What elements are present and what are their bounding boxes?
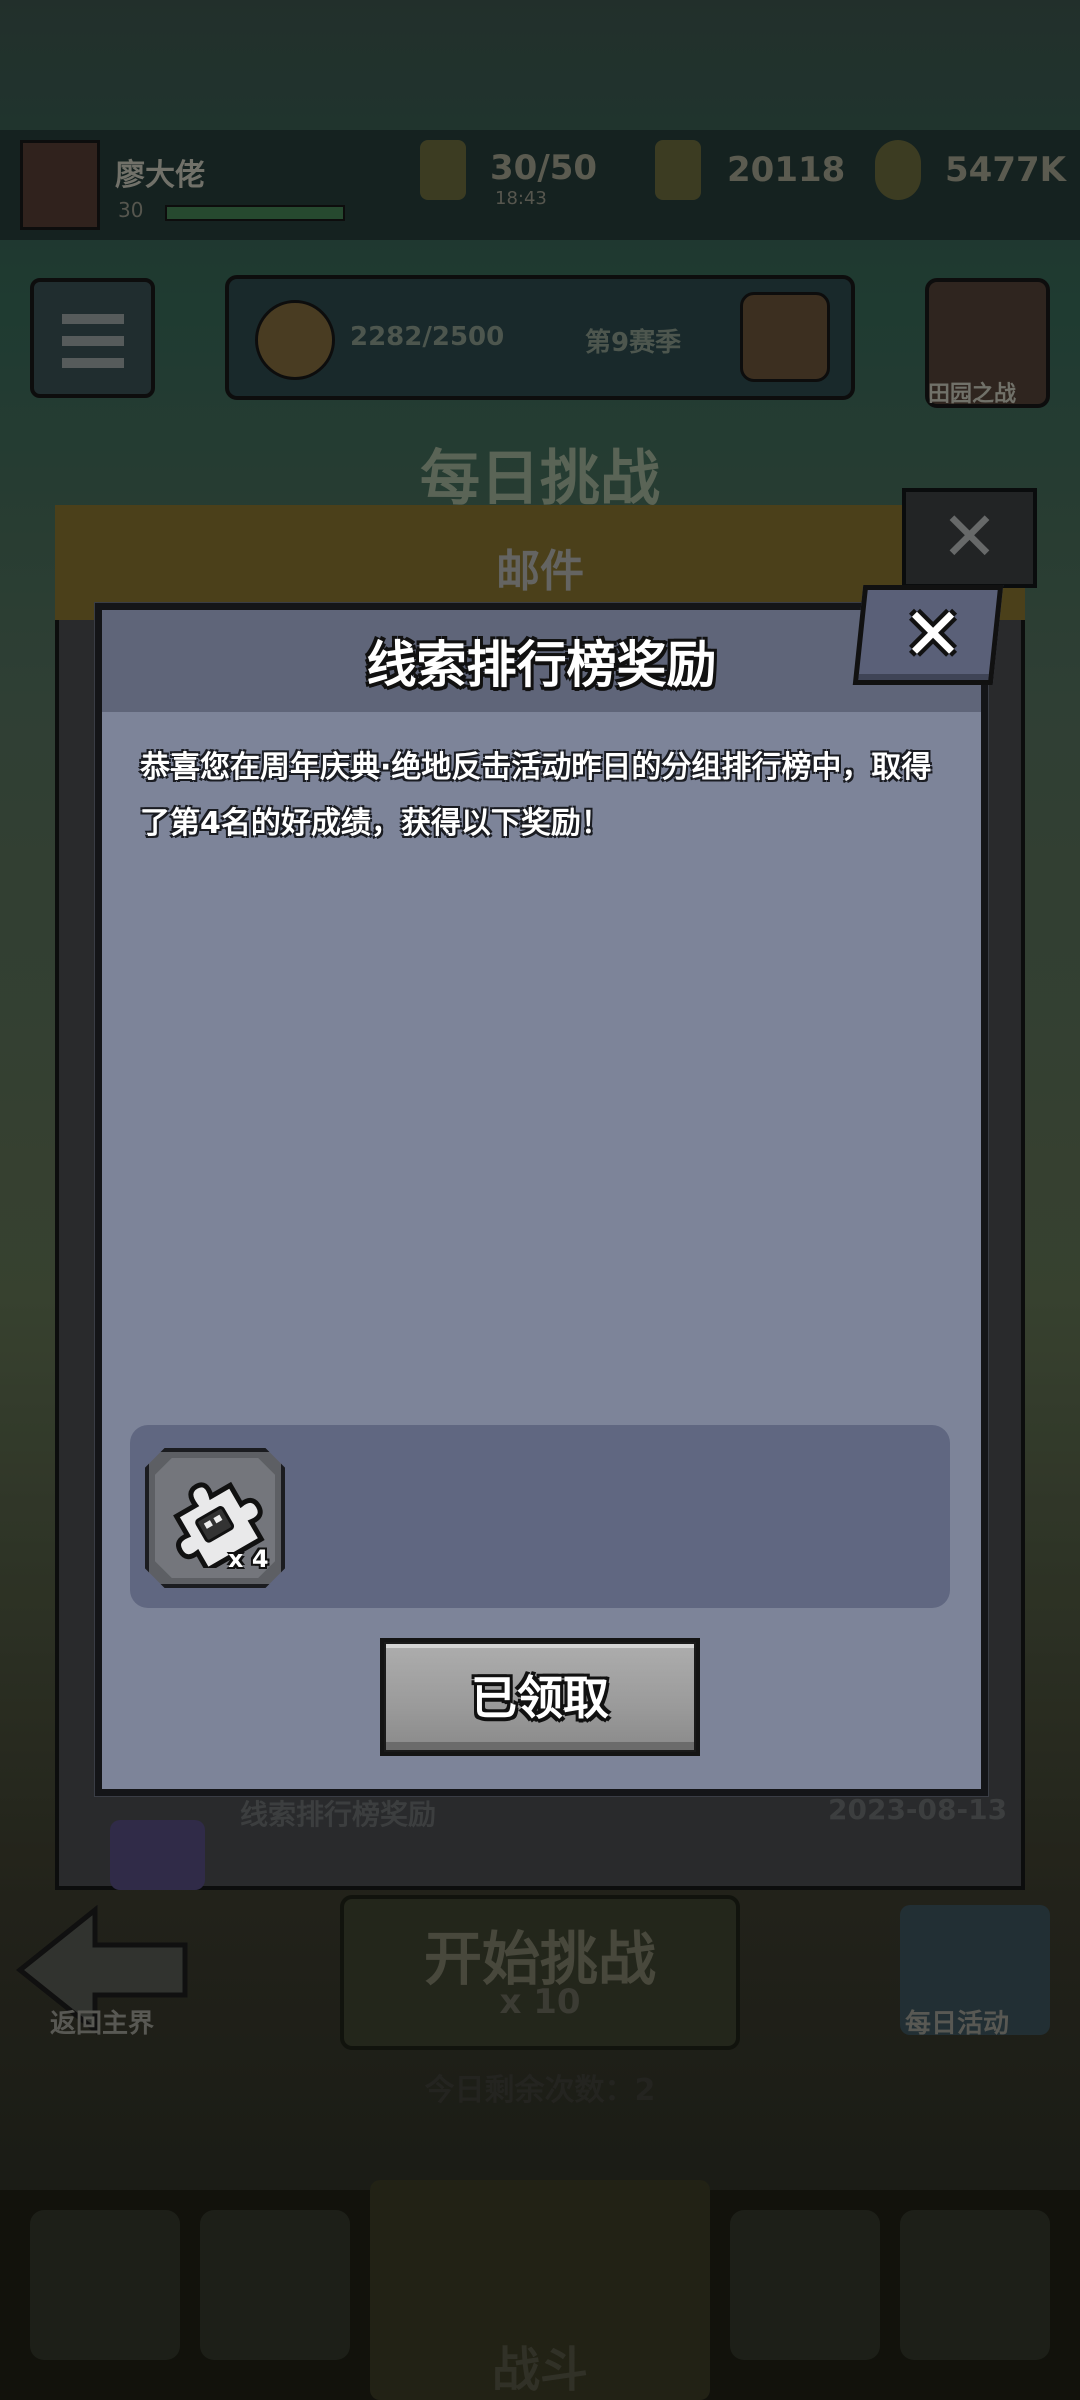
claimed-button-label: 已领取 bbox=[471, 1671, 609, 1725]
reward-item-quantity: x 4 bbox=[228, 1545, 269, 1573]
dialog-message: 恭喜您在周年庆典·绝地反击活动昨日的分组排行榜中，取得了第4名的好成绩，获得以下… bbox=[140, 750, 932, 841]
close-icon[interactable]: ✕ bbox=[858, 585, 1008, 685]
dialog-title: 线索排行榜奖励 bbox=[366, 636, 717, 694]
